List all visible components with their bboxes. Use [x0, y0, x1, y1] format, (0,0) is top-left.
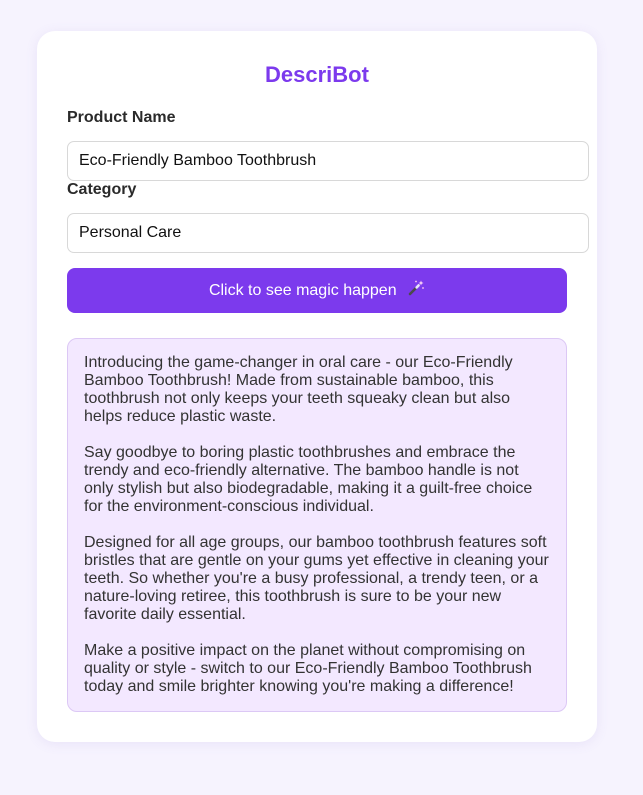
- product-name-input[interactable]: [67, 141, 589, 181]
- category-label: Category: [67, 181, 137, 198]
- category-input[interactable]: [67, 213, 589, 253]
- magic-wand-icon: [407, 279, 425, 302]
- generate-button-label: Click to see magic happen: [208, 282, 397, 299]
- app-title: DescriBot: [265, 62, 369, 87]
- description-paragraph: Make a positive impact on the planet wit…: [84, 642, 532, 695]
- product-name-label: Product Name: [67, 109, 176, 126]
- generate-button[interactable]: Click to see magic happen: [67, 268, 567, 313]
- description-paragraph: Introducing the game-changer in oral car…: [84, 354, 513, 425]
- description-paragraph: Say goodbye to boring plastic toothbrush…: [84, 444, 533, 515]
- generated-description: Introducing the game-changer in oral car…: [67, 338, 567, 712]
- description-paragraph: Designed for all age groups, our bamboo …: [84, 534, 549, 623]
- main-card: DescriBot Product Name Category Click to…: [37, 31, 597, 742]
